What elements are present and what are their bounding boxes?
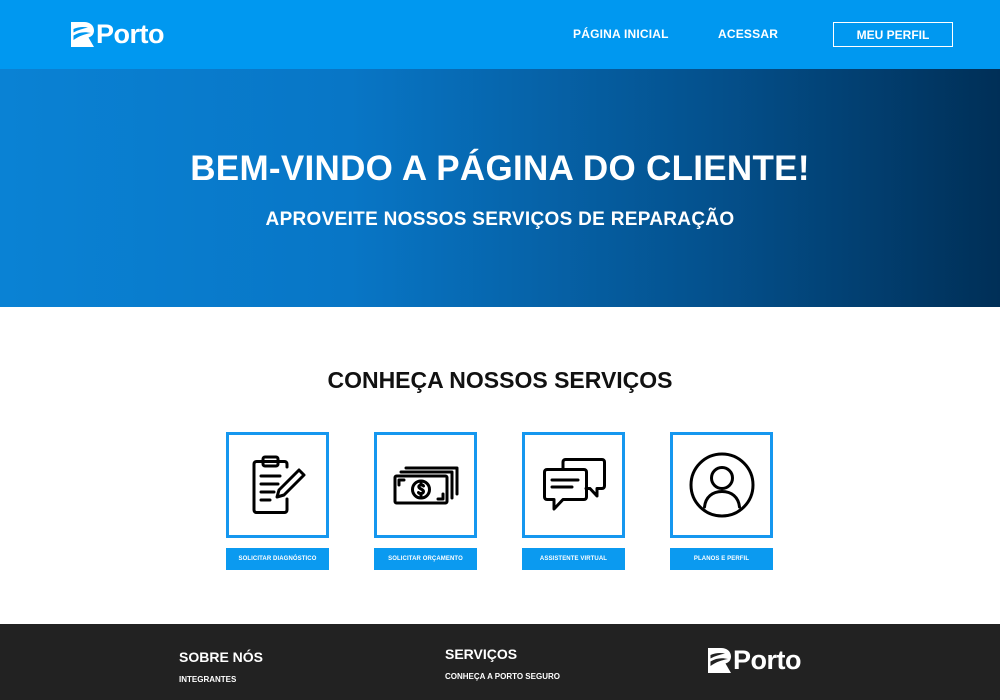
- footer-services-heading: SERVIÇOS: [445, 646, 518, 662]
- nav-home-link[interactable]: PÁGINA INICIAL: [573, 27, 669, 41]
- hero-title: BEM-VINDO A PÁGINA DO CLIENTE!: [190, 149, 810, 188]
- service-icon-box[interactable]: [374, 432, 477, 538]
- services-section-title: CONHEÇA NOSSOS SERVIÇOS: [327, 367, 673, 393]
- service-card-diagnostico: SOLICITAR DIAGNÓSTICO: [226, 432, 329, 570]
- hero-subtitle: APROVEITE NOSSOS SERVIÇOS DE REPARAÇÃO: [265, 209, 735, 230]
- top-navbar: Porto PÁGINA INICIAL ACESSAR MEU PERFIL: [0, 0, 1000, 69]
- footer-porto-logo[interactable]: Porto: [708, 645, 802, 675]
- request-quote-button[interactable]: SOLICITAR ORÇAMENTO: [374, 548, 477, 570]
- service-card-planos: PLANOS E PERFIL: [670, 432, 773, 570]
- plans-profile-button[interactable]: PLANOS E PERFIL: [670, 548, 773, 570]
- footer-porto-seguro-link[interactable]: CONHEÇA A PORTO SEGURO: [445, 672, 560, 681]
- porto-logo-mark-icon: [708, 648, 731, 673]
- chat-bubbles-icon: [542, 458, 606, 511]
- service-card-assistente: ASSISTENTE VIRTUAL: [522, 432, 625, 570]
- logo-wordmark: Porto: [733, 645, 802, 675]
- virtual-assistant-button[interactable]: ASSISTENTE VIRTUAL: [522, 548, 625, 570]
- nav-access-link[interactable]: ACESSAR: [718, 27, 778, 41]
- service-card-orcamento: SOLICITAR ORÇAMENTO: [374, 432, 477, 570]
- service-icon-box[interactable]: [226, 432, 329, 538]
- clipboard-edit-icon: [252, 455, 305, 514]
- request-diagnosis-button[interactable]: SOLICITAR DIAGNÓSTICO: [226, 548, 329, 570]
- porto-logo-mark-icon: [71, 22, 94, 47]
- porto-logo[interactable]: Porto: [71, 19, 165, 49]
- my-profile-button[interactable]: MEU PERFIL: [833, 22, 953, 47]
- logo-wordmark: Porto: [96, 19, 165, 49]
- service-icon-box[interactable]: [522, 432, 625, 538]
- footer-about-heading: SOBRE NÓS: [179, 649, 264, 665]
- money-bills-icon: [393, 466, 458, 505]
- footer: SOBRE NÓS INTEGRANTES SERVIÇOS CONHEÇA A…: [0, 624, 1000, 700]
- footer-members-link[interactable]: INTEGRANTES: [179, 675, 236, 684]
- service-icon-box[interactable]: [670, 432, 773, 538]
- user-circle-icon: [689, 452, 754, 518]
- hero-banner: BEM-VINDO A PÁGINA DO CLIENTE! APROVEITE…: [0, 69, 1000, 307]
